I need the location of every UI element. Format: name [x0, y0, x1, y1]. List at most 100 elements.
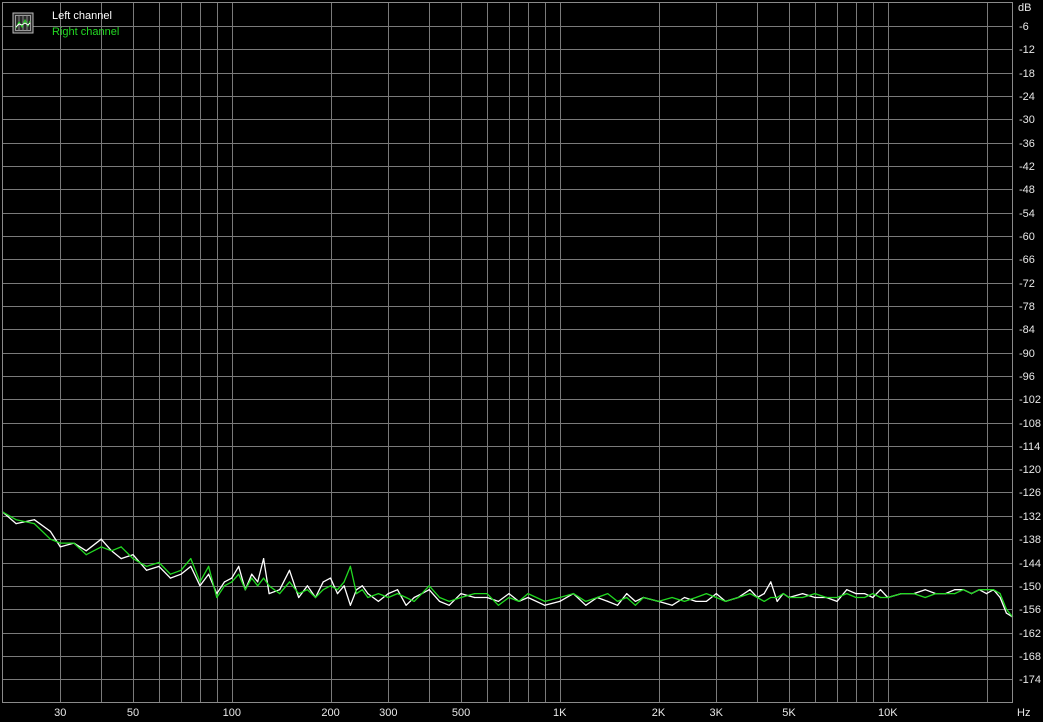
data-point [361, 585, 363, 587]
y-tick-label: -156 [1019, 604, 1041, 616]
data-point [763, 600, 765, 603]
data-point [864, 596, 866, 599]
data-point [1005, 608, 1008, 610]
data-point [180, 569, 182, 571]
data-point [944, 593, 947, 595]
data-point [935, 593, 937, 595]
data-point [999, 596, 1001, 599]
data-point [199, 581, 201, 583]
data-point [314, 596, 317, 599]
data-point [361, 589, 363, 591]
data-point [279, 593, 281, 595]
y-tick-label: -150 [1019, 581, 1041, 593]
data-point [367, 593, 369, 595]
data-point [387, 593, 389, 595]
x-tick-label: 200 [321, 707, 339, 719]
data-point [208, 573, 210, 575]
data-point [737, 596, 739, 599]
plot-background [0, 0, 1043, 722]
data-point [846, 589, 848, 591]
data-point [377, 600, 379, 603]
data-point [642, 596, 645, 599]
y-tick-label: -24 [1019, 91, 1035, 103]
x-tick-label: 100 [223, 707, 241, 719]
data-point [626, 593, 628, 595]
data-point [634, 604, 637, 606]
data-point [298, 596, 300, 599]
data-point [460, 593, 462, 595]
legend-right-channel: Right channel [52, 26, 119, 38]
y-tick-label: -36 [1019, 138, 1035, 150]
data-point [954, 593, 956, 595]
data-point [33, 519, 35, 521]
data-point [460, 596, 462, 599]
data-point [978, 589, 980, 591]
data-point [836, 600, 838, 603]
data-point [846, 593, 848, 595]
data-point [343, 581, 345, 583]
data-point [544, 604, 546, 606]
data-point [298, 593, 300, 595]
data-point [120, 558, 122, 560]
legend-icon [12, 12, 34, 34]
data-point [263, 558, 265, 560]
y-tick-label: -42 [1019, 161, 1035, 173]
data-point [879, 589, 882, 591]
data-point [263, 577, 265, 579]
data-point [607, 593, 609, 595]
data-point [439, 596, 441, 599]
data-point [596, 596, 598, 599]
data-point [251, 573, 253, 575]
data-point [634, 600, 637, 603]
data-point [387, 596, 389, 599]
data-point [887, 596, 889, 599]
y-tick-label: -90 [1019, 348, 1035, 360]
data-point [405, 604, 407, 606]
y-tick-label: -132 [1019, 511, 1041, 523]
data-point [825, 596, 828, 599]
data-point [85, 554, 87, 556]
data-point [527, 593, 529, 595]
data-point [190, 565, 192, 568]
data-point [257, 585, 259, 587]
data-point [180, 573, 182, 575]
x-tick-label: 5K [782, 707, 796, 719]
data-point [970, 593, 973, 595]
data-point [872, 593, 874, 595]
data-point [913, 593, 915, 595]
data-point [616, 604, 619, 606]
data-point [428, 585, 430, 587]
data-point [223, 581, 226, 583]
data-point [448, 600, 450, 603]
data-point [776, 600, 778, 603]
data-point [100, 538, 102, 540]
y-tick-label: -30 [1019, 114, 1035, 126]
data-point [132, 558, 134, 560]
y-tick-label: -48 [1019, 184, 1035, 196]
y-tick-label: -108 [1019, 418, 1041, 430]
data-point [268, 585, 270, 587]
data-point [497, 604, 499, 606]
data-point [559, 596, 561, 599]
data-point [802, 593, 804, 595]
data-point [231, 581, 233, 583]
data-point [763, 593, 765, 595]
data-point [349, 565, 351, 568]
data-point [474, 593, 476, 595]
data-point [73, 542, 75, 544]
data-point [999, 593, 1001, 595]
data-point [120, 546, 122, 548]
data-point [724, 600, 727, 603]
data-point [657, 600, 660, 603]
data-point [257, 581, 259, 583]
data-point [508, 593, 510, 595]
data-point [405, 596, 407, 599]
data-point [110, 550, 113, 552]
x-tick-label: 300 [379, 707, 397, 719]
data-point [349, 604, 351, 606]
data-point [448, 604, 450, 606]
data-point [244, 589, 246, 591]
data-point [288, 581, 291, 583]
data-point [158, 565, 160, 568]
data-point [279, 589, 281, 591]
